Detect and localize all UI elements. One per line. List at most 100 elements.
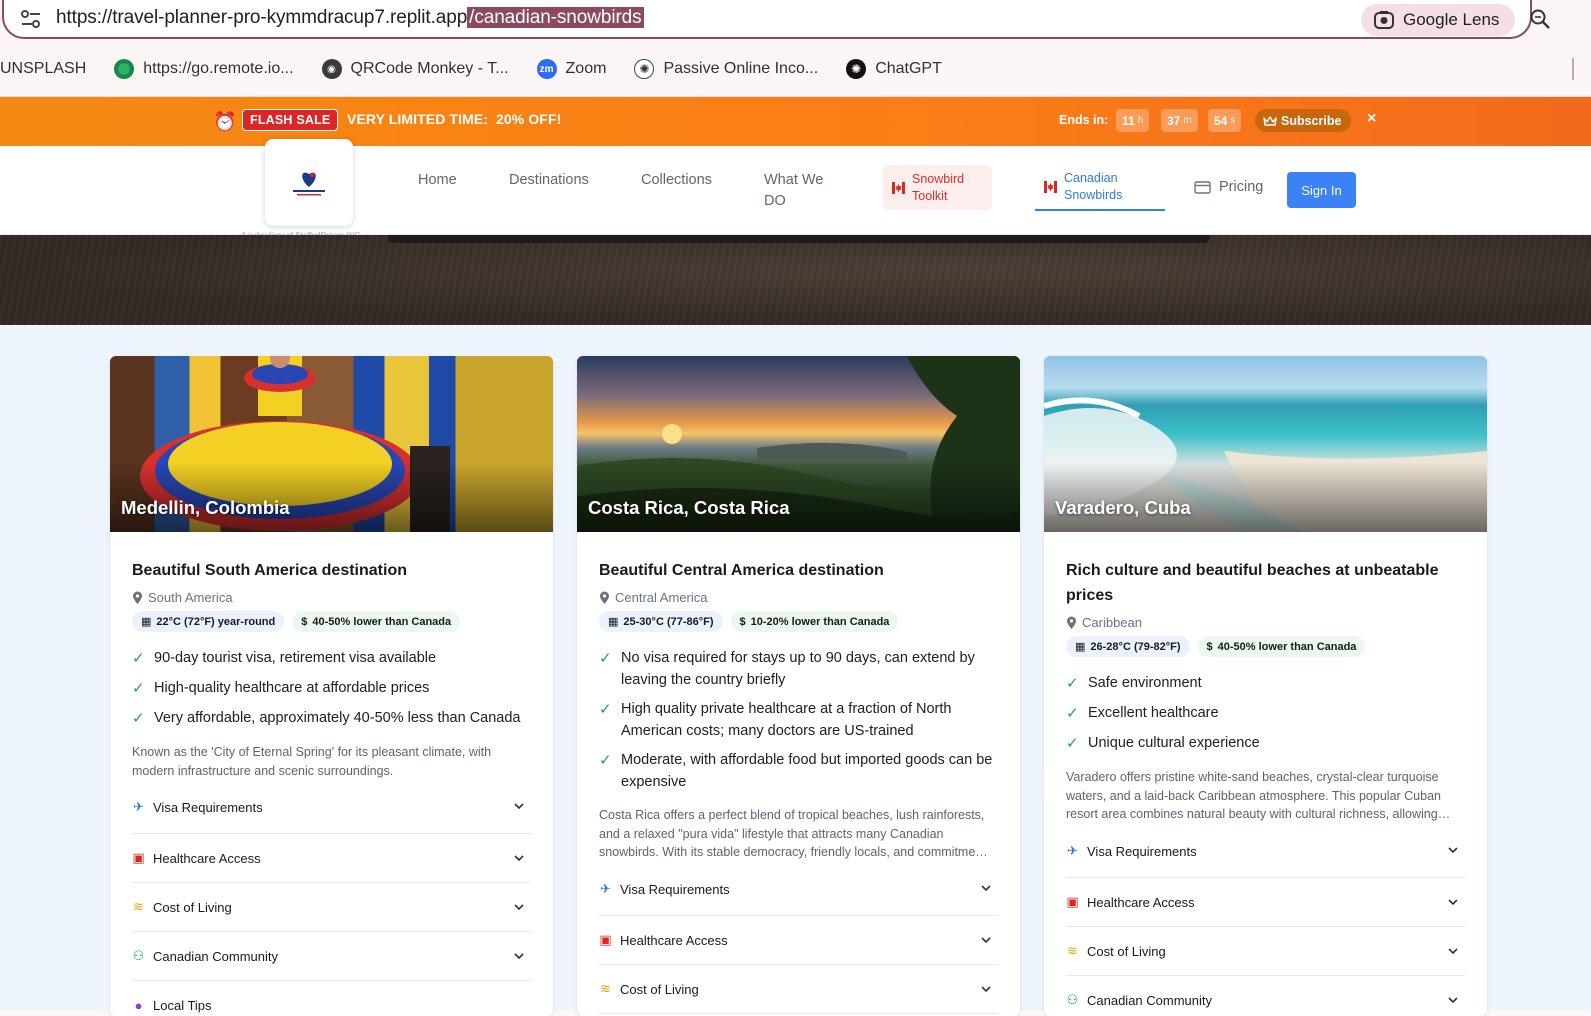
site-settings-icon[interactable] [20,9,42,29]
accordion-healthcare[interactable]: ▣ Healthcare Access [1066,878,1465,927]
accordion: ✈ Visa Requirements ▣ Healthcare Access ≋ C… [132,797,531,1016]
card-chips: ▦ 25-30°C (77-86°F) $10-20% lower than Ca… [599,611,998,632]
feature-text: Unique cultural experience [1088,735,1260,751]
nav-snowbird-toolkit[interactable]: Snowbird Toolkit [883,165,992,210]
toolkit-label: Snowbird Toolkit [912,171,964,205]
check-icon: ✓ [599,752,612,769]
chevron-down-icon [1448,899,1458,906]
subscribe-button[interactable]: Subscribe [1255,109,1352,132]
feature-item: ✓ Very affordable, approximately 40-50% l… [132,707,531,730]
nav-canadian-snowbirds[interactable]: Canadian Snowbirds [1035,165,1165,211]
region-label: South America [148,590,233,605]
climate-chip: ▦ 26-28°C (79-82°F) [1066,636,1190,657]
feature-list: ✓ Safe environment ✓ Excellent healthcare … [1066,672,1465,755]
accordion-healthcare[interactable]: ▣ Healthcare Access [132,834,531,883]
feature-text: 90-day tourist visa, retirement visa ava… [154,650,437,666]
climate-chip: ▦ 22°C (72°F) year-round [132,611,285,632]
accordion-community[interactable]: ⚇ Canadian Community [132,932,531,981]
cost-chip: $10-20% lower than Canada [730,611,899,632]
check-icon: ✓ [132,680,145,697]
zoom-app-icon: zm [536,59,557,79]
bookmark-label: ChatGPT [875,60,942,77]
destination-card-costa-rica[interactable]: Costa Rica, Costa Rica Beautiful Central… [577,356,1020,1016]
cost-value: 40-50% lower than Canada [1217,640,1357,653]
nav-destinations[interactable]: Destinations [509,170,589,191]
bookmark-qrcode-monkey[interactable]: ◉ QRCode Monkey - T... [321,59,509,79]
bookmark-remote-io[interactable]: https://go.remote.io... [114,59,294,79]
url-base: https://travel-planner-pro-kymmdracup7.r… [56,7,468,28]
plane-icon: ✈ [600,880,611,896]
accordion-visa[interactable]: ✈ Visa Requirements [599,879,998,916]
card-region: Caribbean [1066,615,1465,630]
bookmark-chatgpt[interactable]: ✺ ChatGPT [846,59,942,79]
accordion-label: Cost of Living [620,981,699,997]
monkey-icon: ◉ [321,59,342,79]
map-pin-icon [133,591,142,604]
feature-item: ✓ High quality private healthcare at a fr… [599,698,998,742]
bookmark-zoom[interactable]: zm Zoom [536,59,606,79]
card-headline: Beautiful South America destination [132,562,407,579]
calendar-icon: ▦ [608,616,619,628]
chevron-down-icon [514,904,524,911]
lightbulb-icon: ● [134,997,143,1013]
accordion-community[interactable]: ⚇ Canadian Community [1066,976,1465,1016]
accordion-visa[interactable]: ✈ Visa Requirements [1066,841,1465,878]
sign-in-button[interactable]: Sign In [1287,172,1356,208]
minutes-unit: m [1183,115,1192,126]
chevron-down-icon [981,885,991,892]
feature-text: Excellent healthcare [1088,705,1219,721]
close-banner-button[interactable]: × [1367,110,1376,128]
coins-icon: ≋ [1067,943,1078,958]
feature-item: ✓ Safe environment [1066,672,1465,695]
bookmark-unsplash[interactable]: UNSPLASH [0,60,86,78]
chevron-down-icon [1448,997,1458,1004]
nav-what-we-do[interactable]: What We DO [764,170,823,212]
feature-text: Safe environment [1088,675,1202,691]
canada-flag-icon [1044,181,1057,193]
openai-icon: ✺ [634,59,655,79]
nav-pricing[interactable]: Pricing [1194,179,1263,195]
minutes-value: 37 [1167,113,1181,128]
check-icon: ✓ [1066,705,1079,722]
region-label: Caribbean [1082,615,1142,630]
canadian-line2: Snowbirds [1064,188,1123,202]
accordion-visa[interactable]: ✈ Visa Requirements [132,797,531,834]
calendar-icon: ▦ [141,616,152,628]
card-city-title: Costa Rica, Costa Rica [588,497,790,518]
nav-collections[interactable]: Collections [641,170,712,191]
cost-chip: $40-50% lower than Canada [292,611,461,632]
google-lens-button[interactable]: Google Lens [1361,4,1515,36]
card-city-title: Medellin, Colombia [121,497,290,518]
accordion-cost[interactable]: ≋ Cost of Living [132,883,531,932]
site-navbar: A subsidiary of StaffedDream INC Home De… [0,139,1591,240]
zoom-icon[interactable] [1529,8,1551,30]
accordion-cost[interactable]: ≋ Cost of Living [1066,927,1465,976]
feature-text: No visa required for stays up to 90 days… [621,650,975,688]
card-region: South America [132,590,531,605]
people-icon: ⚇ [132,948,145,963]
check-icon: ✓ [599,701,612,718]
logo-heart-icon [293,172,325,195]
accordion-label: Local Tips [153,997,212,1013]
card-city-title: Varadero, Cuba [1055,497,1191,518]
chevron-down-icon [981,986,991,993]
url-text[interactable]: https://travel-planner-pro-kymmdracup7.r… [56,7,644,29]
site-logo[interactable] [265,139,353,226]
accordion-label: Healthcare Access [1087,894,1195,910]
canadian-label: Canadian Snowbirds [1064,170,1122,204]
remote-io-icon [114,59,135,79]
chevron-down-icon [514,803,524,810]
nav-home[interactable]: Home [418,170,457,191]
destination-card-varadero[interactable]: Varadero, Cuba Rich culture and beautifu… [1044,356,1487,1016]
bookmarks-bar: UNSPLASH https://go.remote.io... ◉ QRCode… [0,48,1591,90]
accordion-cost[interactable]: ≋ Cost of Living [599,965,998,1014]
hours-value: 11 [1122,113,1135,128]
toolkit-line1: Snowbird [912,171,965,186]
card-photo: Costa Rica, Costa Rica [577,356,1020,532]
address-bar[interactable]: https://travel-planner-pro-kymmdracup7.r… [2,0,1532,39]
bookmark-passive-income[interactable]: ✺ Passive Online Inco... [634,59,818,79]
destination-card-medellin[interactable]: Medellin, Colombia Beautiful South Ameri… [110,356,553,1016]
toolkit-line2: Toolkit [912,188,948,203]
dollar-icon: $ [1206,640,1213,653]
accordion-healthcare[interactable]: ▣ Healthcare Access [599,916,998,965]
